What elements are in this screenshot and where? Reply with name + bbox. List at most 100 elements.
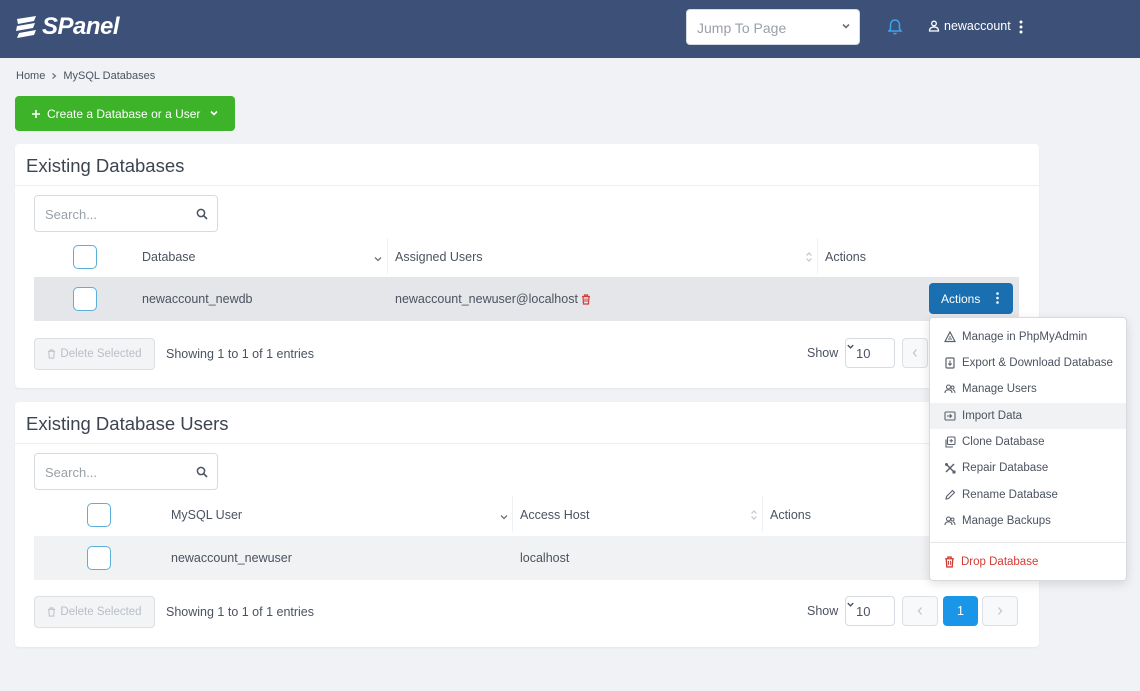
sort-icon[interactable]	[499, 512, 509, 522]
menu-item-manage-backups[interactable]: Manage Backups	[930, 508, 1126, 534]
trash-icon	[945, 556, 954, 568]
card-divider	[15, 443, 1039, 444]
row-checkbox[interactable]	[87, 546, 111, 570]
entries-info: Showing 1 to 1 of 1 entries	[166, 347, 315, 361]
chevron-right-icon	[52, 73, 57, 79]
assigned-user-name: newaccount_newuser@localhost	[395, 292, 578, 306]
card-title: Existing Database Users	[26, 413, 229, 434]
chevron-right-icon	[998, 607, 1003, 615]
user-icon	[928, 20, 940, 32]
menu-item-label: Manage Backups	[962, 515, 1051, 527]
trash-icon	[48, 607, 56, 617]
sort-icon[interactable]	[750, 509, 758, 521]
column-header-database[interactable]: Database	[142, 250, 196, 264]
pagination-prev-button[interactable]	[902, 596, 938, 626]
column-header-actions: Actions	[770, 508, 811, 522]
kebab-menu-icon	[996, 292, 999, 304]
search-placeholder: Search...	[45, 207, 98, 222]
menu-item-label: Drop Database	[961, 556, 1039, 568]
chevron-left-icon	[917, 607, 922, 615]
spanel-logo[interactable]: SPanel	[14, 13, 120, 41]
users-icon	[944, 384, 956, 394]
create-database-or-user-button[interactable]: Create a Database or a User	[15, 96, 235, 131]
menu-item-label: Repair Database	[962, 462, 1049, 474]
menu-item-label: Manage Users	[962, 383, 1037, 395]
search-icon	[196, 208, 208, 220]
top-bar: SPanel Jump To Page newaccount	[0, 0, 1140, 58]
search-placeholder: Search...	[45, 465, 98, 480]
row-checkbox[interactable]	[73, 287, 97, 311]
pencil-icon	[945, 489, 956, 500]
existing-database-users-card: Existing Database Users Search... MySQL …	[15, 402, 1039, 647]
menu-item-import-data[interactable]: Import Data	[930, 403, 1126, 429]
chevron-down-icon	[842, 23, 850, 29]
breadcrumb: Home MySQL Databases	[16, 70, 155, 82]
import-icon	[944, 411, 956, 421]
page-size-select[interactable]: 10	[845, 338, 895, 368]
entries-info: Showing 1 to 1 of 1 entries	[166, 605, 315, 619]
page-size-value: 10	[856, 346, 871, 361]
jump-to-page-placeholder: Jump To Page	[697, 20, 787, 36]
export-icon	[945, 357, 955, 369]
create-button-label: Create a Database or a User	[47, 106, 201, 121]
menu-item-label: Rename Database	[962, 489, 1058, 501]
chevron-down-icon	[847, 602, 854, 607]
breadcrumb-home[interactable]: Home	[16, 70, 45, 82]
column-separator	[817, 238, 818, 274]
search-input[interactable]: Search...	[34, 195, 218, 232]
delete-selected-button[interactable]: Delete Selected	[34, 596, 155, 628]
logo-mark-icon	[16, 16, 36, 38]
menu-item-manage-users[interactable]: Manage Users	[930, 376, 1126, 402]
column-separator	[762, 496, 763, 532]
kebab-menu-icon[interactable]	[1019, 20, 1023, 34]
menu-item-export-download[interactable]: Export & Download Database	[930, 350, 1126, 376]
pagination-page-1[interactable]: 1	[943, 596, 978, 626]
user-menu[interactable]: newaccount	[928, 19, 1011, 33]
jump-to-page-select[interactable]: Jump To Page	[686, 9, 860, 45]
column-header-access-host[interactable]: Access Host	[520, 508, 589, 522]
access-host: localhost	[520, 551, 570, 565]
delete-selected-label: Delete Selected	[60, 606, 142, 618]
delete-selected-label: Delete Selected	[60, 348, 142, 360]
menu-item-repair-database[interactable]: Repair Database	[930, 455, 1126, 481]
mysql-user-name: newaccount_newuser	[171, 551, 292, 565]
pagination-prev-button[interactable]	[902, 338, 928, 368]
column-header-actions: Actions	[825, 250, 866, 264]
delete-selected-button[interactable]: Delete Selected	[34, 338, 155, 370]
trash-icon[interactable]	[581, 293, 591, 305]
menu-item-rename-database[interactable]: Rename Database	[930, 482, 1126, 508]
menu-item-label: Export & Download Database	[962, 357, 1113, 369]
assigned-user: newaccount_newuser@localhost	[395, 292, 591, 306]
username: newaccount	[944, 19, 1011, 33]
row-actions-button[interactable]: Actions	[929, 283, 1013, 314]
search-input[interactable]: Search...	[34, 453, 218, 490]
search-icon	[196, 466, 208, 478]
menu-item-clone-database[interactable]: Clone Database	[930, 429, 1126, 455]
column-header-assigned-users[interactable]: Assigned Users	[395, 250, 483, 264]
database-name: newaccount_newdb	[142, 292, 253, 306]
actions-button-label: Actions	[941, 291, 981, 306]
menu-item-label: Import Data	[962, 410, 1023, 422]
menu-item-drop-database[interactable]: Drop Database	[930, 549, 1126, 575]
tools-icon	[945, 463, 956, 474]
sort-icon[interactable]	[805, 251, 813, 263]
logo-text: SPanel	[42, 13, 120, 40]
show-label: Show	[807, 604, 839, 618]
show-label: Show	[807, 346, 839, 360]
bell-icon[interactable]	[887, 18, 903, 36]
column-separator	[387, 238, 388, 274]
table-row: newaccount_newuser localhost	[34, 536, 1019, 580]
select-all-checkbox[interactable]	[87, 503, 111, 527]
clone-icon	[945, 436, 956, 448]
chevron-down-icon	[210, 110, 218, 116]
trash-icon	[48, 349, 56, 359]
pagination-next-button[interactable]	[982, 596, 1018, 626]
page-size-select[interactable]: 10	[845, 596, 895, 626]
sort-icon[interactable]	[373, 254, 383, 264]
card-title: Existing Databases	[26, 155, 185, 176]
column-header-mysql-user[interactable]: MySQL User	[171, 508, 242, 522]
menu-item-manage-phpmyadmin[interactable]: Manage in PhpMyAdmin	[930, 324, 1126, 350]
select-all-checkbox[interactable]	[73, 245, 97, 269]
existing-databases-card: Existing Databases Search... Database As…	[15, 144, 1039, 388]
table-row: newaccount_newdb newaccount_newuser@loca…	[34, 277, 1019, 321]
